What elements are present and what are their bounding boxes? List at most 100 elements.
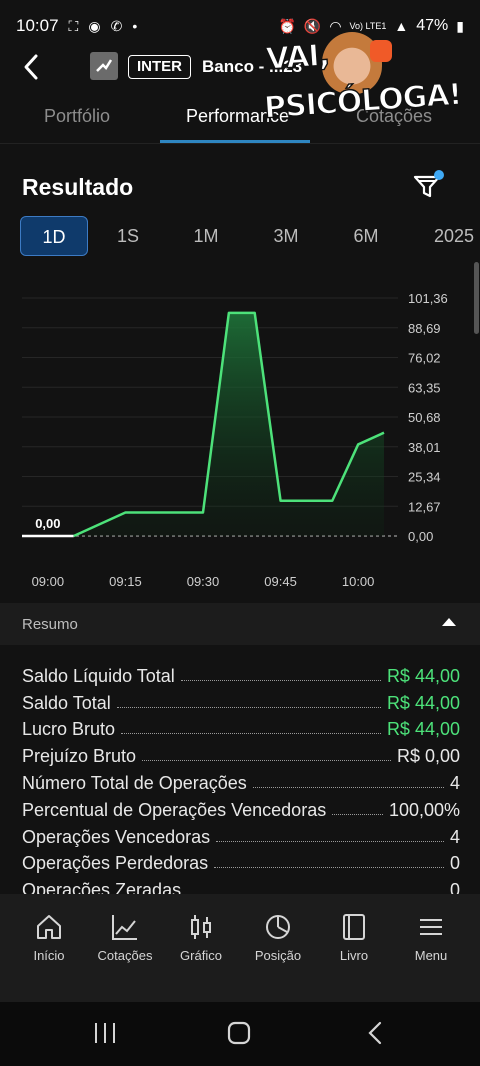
dotted-leader <box>252 786 444 788</box>
nav-label: Gráfico <box>180 948 222 963</box>
summary-row: Percentual de Operações Vencedoras 100,00… <box>22 794 460 821</box>
system-nav-bar <box>0 1002 480 1066</box>
dotted-leader <box>121 733 381 735</box>
summary-title: Resumo <box>22 615 78 633</box>
sticker-app-icon <box>370 40 392 62</box>
summary-label: Lucro Bruto <box>22 719 116 740</box>
dotted-leader <box>142 760 391 762</box>
back-button[interactable] <box>16 50 46 84</box>
y-tick-label: 63,35 <box>408 380 441 395</box>
dotted-leader <box>332 813 383 815</box>
summary-label: Número Total de Operações <box>22 772 247 793</box>
book-icon <box>343 914 365 940</box>
x-tick-label: 10:00 <box>342 574 375 589</box>
summary-value: 100,00% <box>388 799 460 820</box>
result-chart-svg: 101,36 88,69 76,02 63,35 50,68 38,01 25,34 12,6… <box>21 291 448 589</box>
sticker-text-line1: VAI, <box>264 37 331 78</box>
summary-label: Operações Perdedoras <box>22 853 209 874</box>
nav-label: Posição <box>254 948 302 963</box>
scrollbar-thumb[interactable] <box>474 262 479 334</box>
nav-grafico[interactable]: Gráfico <box>163 912 239 963</box>
candles-icon <box>191 915 211 939</box>
summary-value: R$ 0,00 <box>396 746 460 767</box>
y-tick-label: 25,34 <box>408 470 441 485</box>
dotted-leader <box>216 840 444 842</box>
system-nav-svg <box>95 1021 382 1045</box>
caret-up-icon <box>442 618 456 626</box>
nav-label: Menu <box>414 948 448 963</box>
y-tick-label: 101,36 <box>408 291 448 306</box>
period-1m[interactable]: 1M <box>176 216 236 256</box>
summary-list: Saldo Líquido Total R$ 44,00 Saldo Total R… <box>22 660 460 894</box>
nav-menu[interactable]: Menu <box>393 912 469 963</box>
nav-label: Cotações <box>97 948 153 963</box>
summary-row: Lucro Bruto R$ 44,00 <box>22 714 460 741</box>
nav-label: Início <box>33 948 65 963</box>
trend-icon <box>112 915 137 940</box>
chevron-left-icon <box>24 54 38 80</box>
menu-icon <box>420 919 442 935</box>
status-time: 10:07 <box>16 16 59 35</box>
period-3m[interactable]: 3M <box>256 216 316 256</box>
summary-row: Saldo Total R$ 44,00 <box>22 687 460 714</box>
summary-value: 0 <box>449 853 460 874</box>
series-area <box>22 312 384 536</box>
dotted-leader <box>180 679 381 681</box>
period-2025[interactable]: 2025 <box>424 216 480 256</box>
summary-label: Operações Vencedoras <box>22 826 211 847</box>
summary-label: Prejuízo Bruto <box>22 746 137 767</box>
period-6m[interactable]: 6M <box>336 216 396 256</box>
nav-livro[interactable]: Livro <box>316 912 392 963</box>
summary-label: Saldo Líquido Total <box>22 665 175 686</box>
period-1s[interactable]: 1S <box>98 216 158 256</box>
battery-icon: ▮ <box>456 17 464 34</box>
y-tick-label: 12,67 <box>408 499 441 514</box>
summary-value: 4 <box>449 772 460 793</box>
y-tick-label: 38,01 <box>408 440 441 455</box>
recent-apps-icon[interactable] <box>95 1023 115 1043</box>
tab-portfolio[interactable]: Portfólio <box>44 106 110 127</box>
summary-label: Percentual de Operações Vencedoras <box>22 799 327 820</box>
summary-header[interactable]: Resumo <box>0 603 480 645</box>
nav-posicao[interactable]: Posição <box>240 912 316 963</box>
nav-inicio[interactable]: Início <box>11 912 87 963</box>
summary-label: Saldo Total <box>22 692 111 713</box>
result-chart[interactable]: 101,36 88,69 76,02 63,35 50,68 38,01 25,34 12,6… <box>0 268 480 600</box>
summary-value: R$ 44,00 <box>386 692 460 713</box>
system-back-icon[interactable] <box>368 1021 382 1045</box>
filter-active-dot <box>434 170 444 180</box>
chrome-icon: ◉ <box>88 17 101 34</box>
whatsapp-icon: ✆ <box>110 17 123 34</box>
nav-label: Livro <box>339 948 369 963</box>
start-value-label: 0,00 <box>35 516 60 531</box>
section-title: Resultado <box>22 174 134 200</box>
period-1d[interactable]: 1D <box>20 216 88 256</box>
summary-value: 0 <box>449 880 460 894</box>
network-label: Vo) LTE1 <box>349 20 387 31</box>
summary-row: Número Total de Operações 4 <box>22 767 460 794</box>
summary-row: Prejuízo Bruto R$ 0,00 <box>22 740 460 767</box>
y-tick-label: 88,69 <box>408 321 441 336</box>
summary-value: R$ 44,00 <box>386 665 460 686</box>
screenshot-icon: ⛶ <box>68 17 79 34</box>
home-icon <box>37 915 61 939</box>
x-tick-label: 09:00 <box>32 574 65 589</box>
x-tick-label: 09:15 <box>109 574 142 589</box>
summary-label: Operações Zeradas <box>22 880 182 894</box>
home-button-icon[interactable] <box>227 1021 251 1045</box>
battery-percent: 47% <box>416 17 449 34</box>
y-tick-label: 0,00 <box>408 529 433 544</box>
broker-badge: INTER <box>128 55 191 79</box>
overlay-sticker: VAI, PSICÓLOGA! <box>258 32 463 150</box>
summary-row: Operações Perdedoras 0 <box>22 848 460 875</box>
summary-value: R$ 44,00 <box>386 719 460 740</box>
summary-value: 4 <box>449 826 460 847</box>
notification-dot-icon: • <box>132 18 138 34</box>
pie-icon <box>266 915 290 939</box>
y-tick-label: 76,02 <box>408 351 441 366</box>
broker-logo-icon <box>96 59 113 72</box>
bottom-nav: Início Cotações Gráfico Posição Livro Me… <box>0 894 480 1002</box>
summary-row: Operações Vencedoras 4 <box>22 821 460 848</box>
nav-cotacoes[interactable]: Cotações <box>87 912 163 963</box>
period-selector: 1D 1S 1M 3M 6M 2025 <box>20 216 480 256</box>
